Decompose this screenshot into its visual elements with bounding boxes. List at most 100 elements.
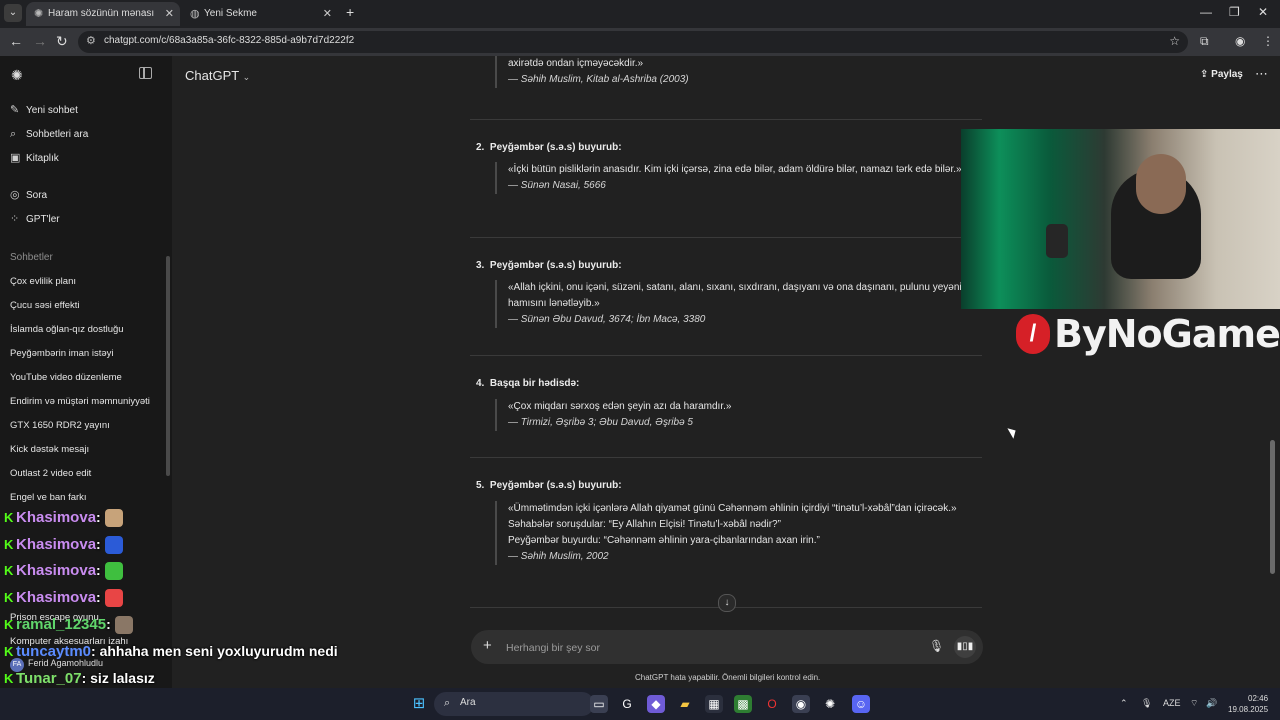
chat-history-item[interactable]: İslamda oğlan-qız dostluğu <box>10 324 124 335</box>
minecraft-icon[interactable]: ▩ <box>734 695 752 713</box>
discord-icon[interactable]: ☺ <box>852 695 870 713</box>
minimize-icon[interactable]: — <box>1200 5 1212 19</box>
store-icon[interactable]: ▦ <box>705 695 723 713</box>
close-tab-icon[interactable]: ✕ <box>165 2 174 26</box>
tray-chevron-icon[interactable]: ⌃ <box>1120 698 1128 709</box>
language-indicator[interactable]: AZE <box>1163 698 1181 708</box>
share-button[interactable]: ⇪ Paylaş <box>1200 69 1243 80</box>
sidebar-toggle-icon[interactable] <box>139 67 152 79</box>
disclaimer-text: ChatGPT hata yapabilir. Önemli bilgileri… <box>635 673 821 682</box>
browser-toolbar: ← → ↻ ⚙ chatgpt.com/c/68a3a85a-36fc-8322… <box>0 28 1280 56</box>
close-window-icon[interactable]: ✕ <box>1258 5 1268 19</box>
chat-history-item[interactable]: YouTube video düzenleme <box>10 372 122 383</box>
search-icon: ⌕ <box>444 697 451 709</box>
microphone-arm <box>1046 224 1068 258</box>
list-item-heading: 4. Başqa bir hədisdə: <box>476 378 579 389</box>
chat-message-text: : <box>96 509 101 525</box>
copilot-icon[interactable]: ◆ <box>647 695 665 713</box>
voice-mode-button[interactable]: ▮▯▮ <box>954 636 976 658</box>
taskbar-clock[interactable]: 02:46 19.08.2025 <box>1228 693 1268 715</box>
chat-history-item[interactable]: Peyğəmbərin iman istəyi <box>10 348 114 359</box>
chrome-icon[interactable]: ◉ <box>792 695 810 713</box>
quote-text: «Çox miqdarı sərxoş edən şeyin azı da ha… <box>508 401 732 412</box>
chat-username: Khasimova <box>16 536 97 553</box>
stream-chat-message: K Khasimova: <box>4 533 123 555</box>
more-options-icon[interactable]: ⋯ <box>1255 66 1268 82</box>
task-view-icon[interactable]: ▭ <box>590 695 608 713</box>
tab-new-tab[interactable]: ◍ Yeni Sekme ✕ <box>182 2 338 26</box>
stream-chat-message: K Tunar_07: siz lalasız <box>4 667 155 689</box>
windows-start-icon[interactable]: ⊞ <box>410 695 428 713</box>
arrow-down-icon: ↓ <box>724 597 730 608</box>
list-heading-text: Peyğəmbər (s.ə.s) buyurub: <box>489 260 622 271</box>
quote-block: «Ümmətimdən içki içənlərə Allah qiyamət … <box>495 501 978 565</box>
chat-history-item[interactable]: Çucu səsi effekti <box>10 300 80 311</box>
list-number: 3. <box>476 260 485 271</box>
restore-icon[interactable]: ❐ <box>1229 5 1240 19</box>
tab-list-button[interactable]: ⌄ <box>4 4 22 22</box>
sidebar-scrollbar[interactable] <box>166 256 170 476</box>
quote-source: — Sünən Əbu Davud, 3674; İbn Macə, 3380 <box>508 314 706 325</box>
chat-username: tuncaytm0 <box>16 643 92 660</box>
chat-message-text: : <box>96 562 101 578</box>
attach-plus-icon[interactable]: + <box>483 637 492 654</box>
chat-message-text: : ahhaha men seni yoxluyurudm nedi <box>91 643 338 659</box>
scroll-to-bottom-button[interactable]: ↓ <box>718 594 736 612</box>
profile-icon[interactable]: ◉ <box>1235 34 1245 48</box>
chat-history-item[interactable]: Outlast 2 video edit <box>10 468 91 479</box>
sidebar-item-label: GPT'ler <box>26 214 60 225</box>
chat-history-item[interactable]: Engel ve ban farkı <box>10 492 87 503</box>
chats-section-title: Sohbetler <box>10 252 53 263</box>
stream-chat-message: Ktuncaytm0: ahhaha men seni yoxluyurudm … <box>4 640 338 662</box>
tab-active[interactable]: ✺ Haram sözünün mənası ✕ <box>26 2 180 26</box>
model-selector[interactable]: ChatGPT ⌄ <box>185 68 250 83</box>
taskbar-search-label: Ara <box>460 697 476 708</box>
google-icon[interactable]: G <box>618 695 636 713</box>
stream-chat-message: Kramal_12345: <box>4 613 133 635</box>
tray-mic-icon[interactable]: 🎙 <box>1141 698 1152 709</box>
list-heading-text: Peyğəmbər (s.ə.s) buyurub: <box>489 480 622 491</box>
chat-history-item[interactable]: GTX 1650 RDR2 yayını <box>10 420 110 431</box>
chat-history-item[interactable]: Kick dəstək mesajı <box>10 444 89 455</box>
volume-icon[interactable]: 🔊 <box>1206 698 1217 709</box>
sidebar-item-new-chat[interactable]: ✎ Yeni sohbet <box>10 102 78 118</box>
address-bar[interactable]: ⚙ chatgpt.com/c/68a3a85a-36fc-8322-885d-… <box>78 31 1188 53</box>
file-explorer-icon[interactable]: ▰ <box>676 695 694 713</box>
share-icon: ⇪ <box>1200 69 1212 80</box>
opera-icon[interactable]: O <box>763 695 781 713</box>
mouse-cursor <box>1007 425 1019 439</box>
list-item-heading: 5. Peyğəmbər (s.ə.s) buyurub: <box>476 480 622 491</box>
bynogame-badge-icon: / <box>1016 314 1050 354</box>
bookmark-star-icon[interactable]: ☆ <box>1169 34 1180 48</box>
chat-username: Khasimova <box>16 562 97 579</box>
chatgpt-app-icon[interactable]: ✺ <box>821 695 839 713</box>
sidebar-item-sora[interactable]: ◎ Sora <box>10 187 47 203</box>
forward-icon[interactable]: → <box>33 33 47 49</box>
chat-history-item[interactable]: Endirim və müştəri məmnuniyyəti <box>10 396 150 407</box>
network-icon[interactable]: ⌔ <box>1190 698 1198 709</box>
close-tab-icon[interactable]: ✕ <box>323 2 332 26</box>
chat-history-item[interactable]: Çox evlilik planı <box>10 276 76 287</box>
site-info-icon[interactable]: ⚙ <box>86 34 96 47</box>
taskbar-search[interactable]: ⌕ Ara <box>434 692 594 716</box>
quote-block: «İçki bütün pisliklərin anasıdır. Kim iç… <box>495 162 978 194</box>
url-text[interactable]: chatgpt.com/c/68a3a85a-36fc-8322-885d-a9… <box>104 35 354 46</box>
sidebar-item-gpts[interactable]: ⁘ GPT'ler <box>10 211 60 227</box>
waveform-icon: ▮▯▮ <box>956 641 974 652</box>
extensions-icon[interactable]: ⧉ <box>1200 34 1209 49</box>
tab-label: Yeni Sekme <box>204 8 257 19</box>
browser-menu-icon[interactable]: ⋮ <box>1262 34 1274 48</box>
new-tab-button[interactable]: + <box>346 4 354 20</box>
sidebar-item-search[interactable]: ⌕ Sohbetleri ara <box>10 126 88 142</box>
sidebar-item-label: Sora <box>26 190 48 201</box>
reload-icon[interactable]: ↻ <box>56 33 68 50</box>
back-icon[interactable]: ← <box>9 33 23 49</box>
openai-logo-icon[interactable]: ✺ <box>11 67 23 84</box>
sidebar-item-library[interactable]: ▣ Kitaplık <box>10 150 59 166</box>
kick-badge-icon: K <box>4 590 14 605</box>
main-scrollbar[interactable] <box>1270 440 1275 574</box>
prompt-input[interactable] <box>504 638 908 658</box>
list-number: 5. <box>476 480 485 491</box>
microphone-icon[interactable]: 🎙 <box>929 639 944 653</box>
stream-chat-message: K Khasimova: <box>4 506 123 528</box>
